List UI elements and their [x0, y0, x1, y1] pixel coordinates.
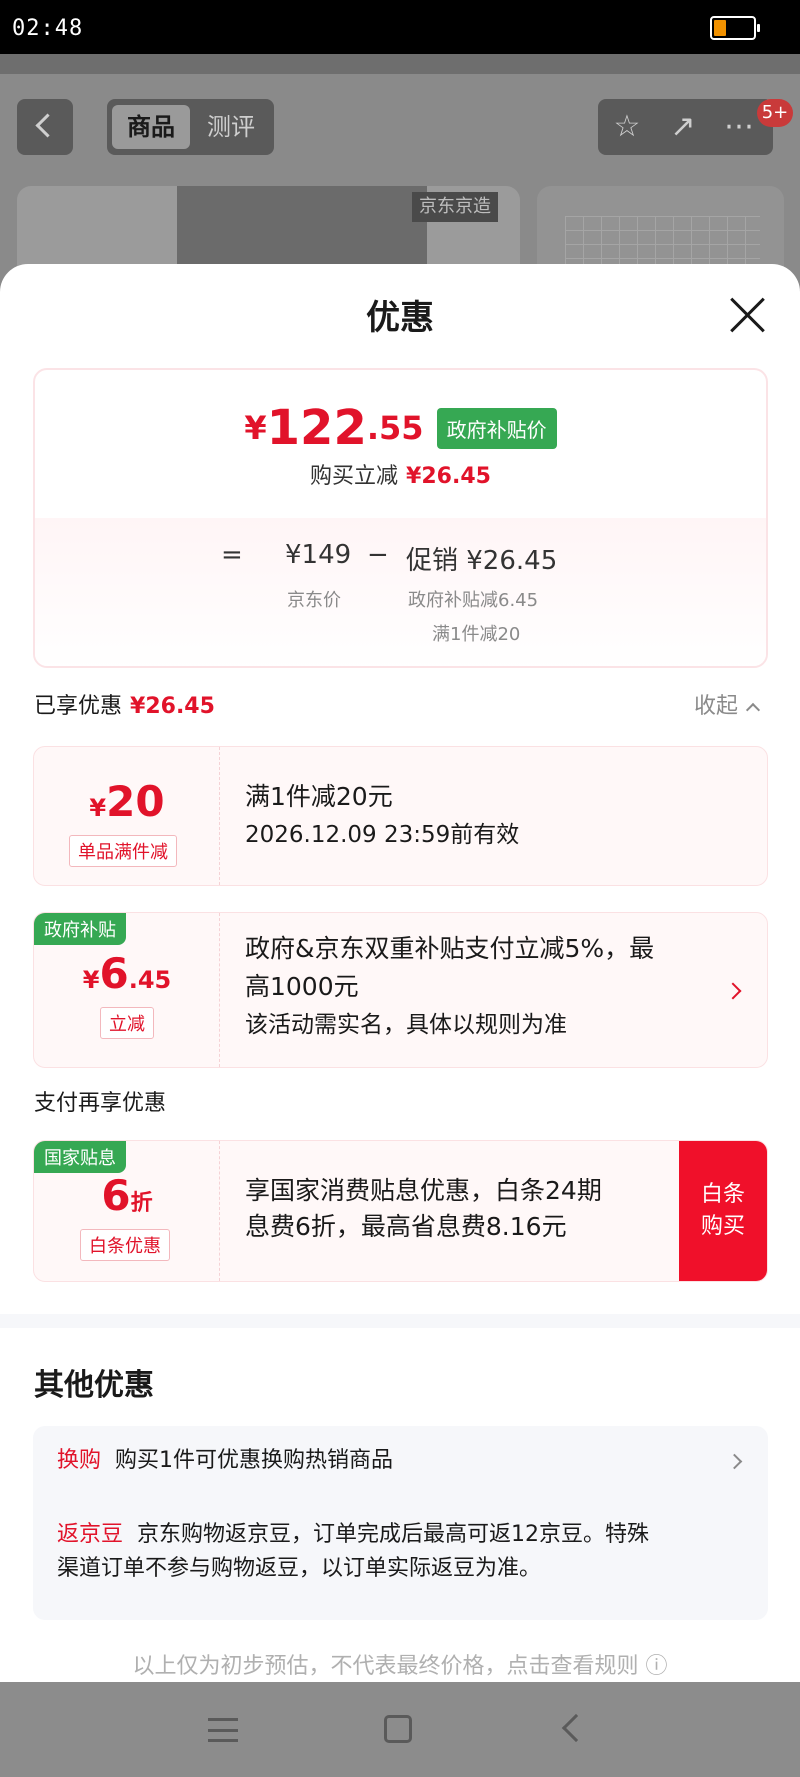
sheet-title: 优惠	[366, 298, 434, 338]
jd-beans-text: 京东购物返京豆，订单完成后最高可返12京豆。特殊	[137, 1522, 650, 1547]
header-actions: ☆ ↗ ⋯	[598, 99, 773, 155]
jd-beans-row: 返京豆 京东购物返京豆，订单完成后最高可返12京豆。特殊 渠道订单不参与购物返豆，…	[57, 1518, 649, 1586]
coupon-title-line2: 高1000元	[245, 972, 359, 1001]
coupon-amount: 6折	[101, 1171, 153, 1220]
chevron-up-icon	[745, 702, 761, 718]
notification-badge: 5+	[757, 99, 793, 127]
discount-sheet: 优惠 ¥122.55 政府补贴价 购买立减 ¥26.45 = ¥149 − 促销 …	[0, 264, 800, 1682]
price-disclaimer-link[interactable]: 以上仅为初步预估，不代表最终价格，点击查看规则 ⓘ	[0, 1648, 800, 1680]
coupon-note: 该活动需实名，具体以规则为准	[245, 1012, 567, 1038]
page-tabs: 商品 测评	[107, 99, 274, 155]
coupon-title-line1: 享国家消费贴息优惠，白条24期	[245, 1176, 602, 1205]
price-decimal: .55	[366, 409, 424, 447]
final-price: ¥122.55 政府补贴价	[35, 400, 766, 460]
chevron-right-icon	[724, 982, 742, 1000]
battery-icon	[710, 16, 760, 40]
coupon-full-reduction[interactable]: ¥20 单品满件减 满1件减20元 2026.12.09 23:59前有效	[33, 746, 768, 886]
tab-review[interactable]: 测评	[192, 105, 270, 149]
menu-icon[interactable]	[208, 1718, 238, 1742]
discount-label: 购买立减	[310, 464, 399, 489]
baitiao-buy-button[interactable]: 白条 购买	[679, 1141, 767, 1281]
coupon-tag: 单品满件减	[69, 835, 177, 867]
promo-total: 促销 ¥26.45	[406, 546, 558, 576]
promo-detail-full: 满1件减20	[432, 624, 521, 645]
status-bar: 02:48	[0, 0, 800, 54]
promo-detail-gov: 政府补贴减6.45	[408, 590, 539, 611]
enjoyed-label: 已享优惠	[34, 694, 123, 719]
system-nav-bar	[0, 1682, 800, 1777]
back-icon[interactable]	[561, 1713, 591, 1743]
coupon-baitiao[interactable]: 国家贴息 6折 白条优惠 享国家消费贴息优惠，白条24期 息费6折，最高省息费8…	[33, 1140, 768, 1282]
status-time: 02:48	[12, 16, 84, 41]
formula-equals: =	[221, 540, 243, 570]
coupon-amount: ¥20	[89, 777, 165, 826]
base-price: ¥149	[285, 540, 352, 570]
section-divider	[0, 1314, 800, 1328]
discount-summary: 购买立减 ¥26.45	[35, 458, 766, 490]
background-page: 商品 测评 ☆ ↗ ⋯ 5+ 京东京造	[0, 54, 800, 306]
home-icon[interactable]	[384, 1715, 412, 1743]
jd-beans-keyword: 返京豆	[57, 1522, 124, 1547]
coupon-title: 满1件减20元	[245, 782, 393, 811]
pay-more-title: 支付再享优惠	[34, 1091, 167, 1116]
more-icon[interactable]: ⋯	[722, 111, 756, 143]
price-yen: ¥	[244, 409, 267, 447]
collapse-toggle[interactable]: 收起	[694, 688, 761, 720]
jd-beans-text-line2: 渠道订单不参与购物返豆，以订单实际返豆为准。	[57, 1556, 542, 1581]
price-integer: 122	[266, 400, 367, 456]
trade-in-keyword: 换购	[57, 1448, 102, 1473]
trade-in-text: 购买1件可优惠换购热销商品	[115, 1448, 394, 1473]
star-icon[interactable]: ☆	[610, 111, 644, 143]
tab-product[interactable]: 商品	[112, 105, 190, 149]
coupon-tag: 白条优惠	[80, 1229, 170, 1261]
enjoyed-value: ¥26.45	[130, 694, 215, 719]
coupon-title-line1: 政府&京东双重补贴支付立减5%，最	[245, 934, 655, 963]
other-discounts-title: 其他优惠	[34, 1368, 154, 1403]
national-interest-corner: 国家贴息	[34, 1141, 126, 1173]
enjoyed-discount: 已享优惠 ¥26.45	[34, 688, 215, 720]
gov-subsidy-corner: 政府补贴	[34, 913, 126, 945]
formula-minus: −	[367, 540, 389, 570]
base-price-label: 京东价	[287, 590, 341, 611]
coupon-tag: 立减	[100, 1007, 154, 1039]
coupon-amount: ¥6.45	[82, 949, 172, 998]
brand-tag: 京东京造	[412, 192, 498, 222]
chevron-right-icon[interactable]	[726, 1453, 743, 1470]
coupon-validity: 2026.12.09 23:59前有效	[245, 822, 520, 848]
coupon-title-line2: 息费6折，最高省息费8.16元	[245, 1212, 567, 1241]
collapse-label: 收起	[694, 694, 739, 719]
coupon-gov-subsidy[interactable]: 政府补贴 ¥6.45 立减 政府&京东双重补贴支付立减5%，最 高1000元 该…	[33, 912, 768, 1068]
share-icon[interactable]: ↗	[666, 111, 700, 143]
gov-subsidy-badge: 政府补贴价	[436, 407, 557, 449]
price-card: ¥122.55 政府补贴价 购买立减 ¥26.45 = ¥149 − 促销 ¥26…	[33, 368, 768, 668]
back-icon[interactable]	[17, 99, 73, 155]
discount-value: ¥26.45	[406, 464, 491, 489]
other-discounts-box: 换购 购买1件可优惠换购热销商品 返京豆 京东购物返京豆，订单完成后最高可返12京豆…	[33, 1426, 768, 1620]
trade-in-row[interactable]: 换购 购买1件可优惠换购热销商品	[57, 1444, 393, 1478]
close-icon[interactable]	[728, 294, 768, 334]
